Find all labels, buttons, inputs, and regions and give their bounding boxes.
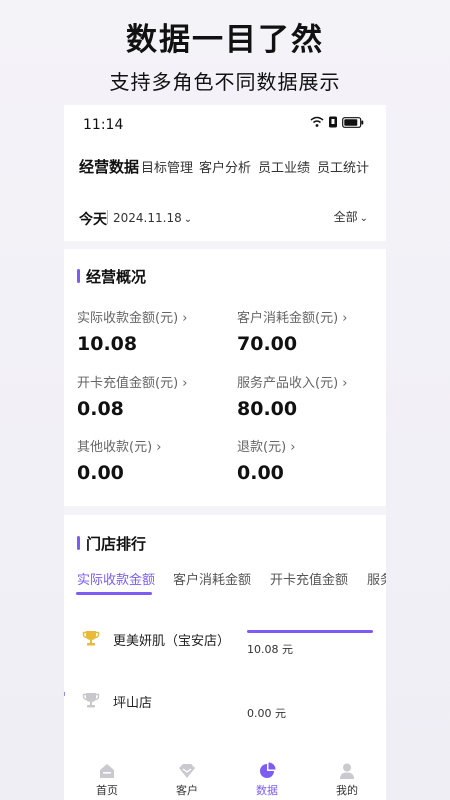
metric-value-refunds: 0.00 — [237, 462, 284, 484]
metric-value-card-recharge: 0.08 — [77, 398, 124, 420]
tab-staff-statistics[interactable]: 员工统计 — [317, 157, 369, 176]
home-icon — [100, 764, 114, 778]
nav-data-label: 数据 — [256, 784, 278, 797]
status-bar: 11:14 — [64, 105, 386, 143]
store-name: 坪山店 — [113, 696, 153, 711]
sim-icon — [329, 116, 337, 128]
overview-card: 经营概况 实际收款金额(元) › 10.08 客户消耗金额(元) › 70.00… — [64, 249, 386, 506]
nav-home-label: 首页 — [96, 784, 118, 797]
scope-dropdown[interactable]: 全部 ⌄ — [334, 208, 368, 225]
phone-screen: 11:14 经营数据 目标管理 客户分析 员工业绩 员工统计 今天 2024.1… — [64, 105, 386, 800]
silver-trophy-icon — [82, 693, 100, 708]
store-name: 更美妍肌（宝安店） — [113, 634, 231, 649]
divider — [107, 210, 108, 224]
period-label: 今天 — [79, 212, 107, 228]
rank-tab-card-recharge[interactable]: 开卡充值金额 — [270, 569, 348, 588]
tab-staff-performance[interactable]: 员工业绩 — [258, 157, 310, 176]
store-amount: 10.08 元 — [247, 643, 293, 656]
store-ranking-card: 门店排行 实际收款金额 客户消耗金额 开卡充值金额 服务 更美妍肌（宝安店） 1… — [64, 515, 386, 755]
scope-value: 全部 — [333, 210, 358, 224]
metric-value-service-income: 80.00 — [237, 398, 298, 420]
metric-value-actual-receipts: 10.08 — [77, 333, 138, 355]
metric-label-refunds[interactable]: 退款(元) › — [237, 436, 295, 455]
data-tabs: 经营数据 目标管理 客户分析 员工业绩 员工统计 — [64, 143, 386, 203]
ranking-tabs: 实际收款金额 客户消耗金额 开卡充值金额 服务 — [64, 565, 386, 601]
metric-label-service-income[interactable]: 服务产品收入(元) › — [237, 372, 347, 391]
nav-customers-label: 客户 — [176, 784, 198, 797]
metric-value-customer-consumption: 70.00 — [237, 333, 298, 355]
nav-data[interactable]: 数据 — [237, 750, 297, 800]
store-amount: 0.00 元 — [247, 707, 286, 720]
nav-mine[interactable]: 我的 — [317, 750, 377, 800]
pie-chart-icon — [260, 762, 276, 778]
gold-trophy-icon — [82, 631, 100, 646]
tab-customer-analysis[interactable]: 客户分析 — [199, 157, 251, 176]
bottom-nav: 首页 客户 数据 我的 — [64, 750, 386, 800]
active-tab-underline — [76, 592, 152, 595]
metric-label-other-receipts[interactable]: 其他收款(元) › — [77, 436, 161, 455]
store-bar-fill — [247, 630, 373, 633]
rank-tab-service[interactable]: 服务 — [367, 569, 386, 588]
status-time: 11:14 — [83, 117, 124, 133]
promo-title: 数据一目了然 — [126, 22, 324, 58]
nav-customers[interactable]: 客户 — [157, 750, 217, 800]
date-filter-row: 今天 2024.11.18 ⌄ 全部 ⌄ — [64, 203, 386, 241]
store-bar — [247, 630, 373, 633]
nav-mine-label: 我的 — [336, 784, 358, 797]
store-row[interactable]: 坪山店 0.00 元 — [64, 688, 386, 728]
nav-home[interactable]: 首页 — [77, 750, 137, 800]
date-picker[interactable]: 2024.11.18 ⌄ — [113, 211, 192, 225]
metric-value-other-receipts: 0.00 — [77, 462, 124, 484]
tab-business-data[interactable]: 经营数据 — [79, 156, 139, 177]
chevron-down-icon: ⌄ — [183, 214, 193, 225]
chevron-down-icon: ⌄ — [359, 213, 368, 224]
rank-tab-customer-consumption[interactable]: 客户消耗金额 — [173, 569, 251, 588]
date-value: 2024.11.18 — [113, 211, 182, 225]
wifi-icon — [310, 116, 324, 127]
store-bar-tick — [64, 692, 65, 696]
status-icons — [310, 116, 364, 128]
diamond-icon — [179, 764, 195, 778]
tab-goal-management[interactable]: 目标管理 — [141, 157, 193, 176]
ranking-title: 门店排行 — [77, 533, 146, 554]
store-bar — [247, 692, 373, 695]
battery-icon — [342, 116, 364, 128]
rank-tab-actual-receipts[interactable]: 实际收款金额 — [77, 569, 155, 588]
metric-label-actual-receipts[interactable]: 实际收款金额(元) › — [77, 307, 187, 326]
user-icon — [340, 763, 354, 779]
metric-label-card-recharge[interactable]: 开卡充值金额(元) › — [77, 372, 187, 391]
overview-title: 经营概况 — [77, 266, 146, 287]
store-row[interactable]: 更美妍肌（宝安店） 10.08 元 — [64, 626, 386, 666]
metric-label-customer-consumption[interactable]: 客户消耗金额(元) › — [237, 307, 347, 326]
promo-subtitle: 支持多角色不同数据展示 — [109, 70, 341, 94]
